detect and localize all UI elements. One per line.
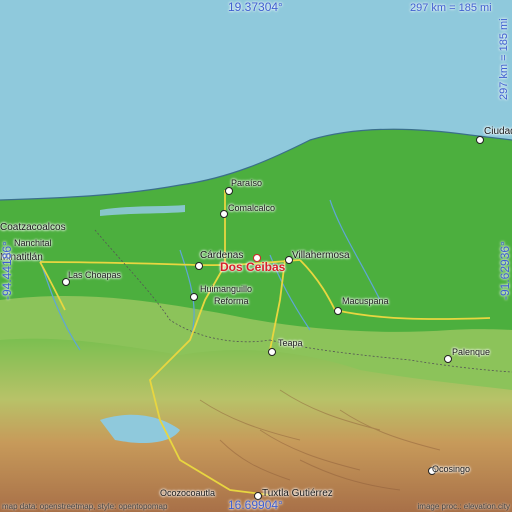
paraiso-label[interactable]: Paraíso	[231, 178, 262, 189]
ocozocoautla-label[interactable]: Ocozocoautla	[160, 488, 215, 499]
scale-vertical: 297 km = 185 mi	[498, 18, 510, 100]
bottom-latitude: 16.69904°	[228, 498, 283, 512]
ciudad-marker	[476, 136, 484, 144]
teapa-label[interactable]: Teapa	[278, 338, 303, 349]
teapa-marker	[268, 348, 276, 356]
map-credits: map data: openstreetmap, style: opentopo…	[2, 502, 168, 511]
ocosingo-label[interactable]: Ocosingo	[432, 464, 470, 475]
image-credits: image proc.: elevation.city	[417, 502, 511, 511]
macuspana-label[interactable]: Macuspana	[342, 296, 389, 307]
right-longitude: -91.62936°	[498, 241, 512, 300]
comalcalco-label[interactable]: Comalcalco	[228, 203, 275, 214]
palenque-label[interactable]: Palenque	[452, 347, 490, 358]
las-choapas-label[interactable]: Las Choapas	[68, 270, 121, 281]
top-latitude: 19.37304°	[228, 0, 283, 14]
palenque-marker	[444, 355, 452, 363]
huimanguillo-label[interactable]: Huimanguillo	[200, 284, 252, 295]
coatzacoalcos-label[interactable]: Coatzacoalcos	[0, 222, 66, 233]
reforma-label[interactable]: Reforma	[214, 296, 249, 307]
villahermosa-label[interactable]: Villahermosa	[292, 250, 350, 261]
dos-ceibas-label[interactable]: Dos Ceibas	[220, 260, 285, 274]
left-longitude: -94.44186°	[0, 241, 14, 300]
huimanguillo-marker	[190, 293, 198, 301]
macuspana-marker	[334, 307, 342, 315]
scale-horizontal: 297 km = 185 mi	[410, 2, 492, 14]
cardenas-marker	[195, 262, 203, 270]
comalcalco-marker	[220, 210, 228, 218]
ciudad-label[interactable]: Ciudad	[484, 126, 512, 137]
nanchital-label[interactable]: Nanchital	[14, 238, 52, 249]
